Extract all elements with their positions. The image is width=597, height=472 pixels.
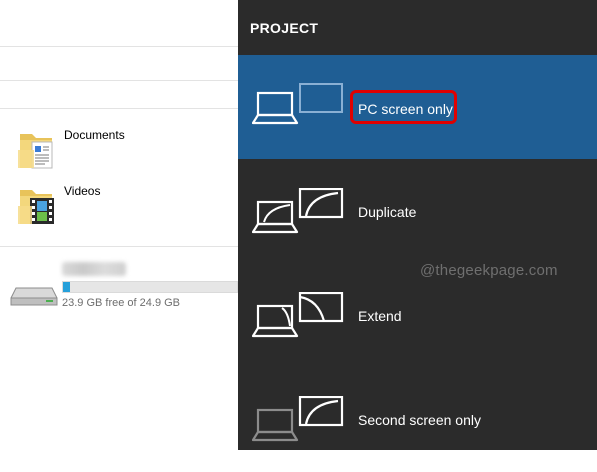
documents-folder-icon <box>18 134 53 169</box>
panel-title: PROJECT <box>250 20 319 36</box>
project-panel: PROJECT PC screen only Duplicate Extend … <box>238 0 597 450</box>
hard-drive-icon <box>10 287 58 306</box>
folder-label: Videos <box>64 184 101 198</box>
option-extend[interactable]: Extend <box>238 264 597 368</box>
highlight-annotation <box>350 90 457 124</box>
option-duplicate[interactable]: Duplicate <box>238 160 597 264</box>
option-label: Extend <box>358 308 402 324</box>
option-label: Duplicate <box>358 204 417 220</box>
videos-folder-icon <box>18 190 54 224</box>
second-screen-only-icon <box>252 396 344 442</box>
divider <box>0 108 238 109</box>
drive-usage-fill <box>63 282 70 292</box>
drive-name-blurred <box>62 262 126 276</box>
file-explorer-pane: Documents Videos 23.9 GB free of 24.9 GB <box>0 0 238 450</box>
divider <box>0 80 238 81</box>
folder-label: Documents <box>64 128 125 142</box>
divider <box>0 246 238 247</box>
folder-item-videos[interactable]: Videos <box>14 182 234 230</box>
pc-screen-only-icon <box>252 83 343 125</box>
duplicate-icon <box>252 188 344 234</box>
drive-item[interactable]: 23.9 GB free of 24.9 GB <box>10 262 238 312</box>
option-second-screen-only[interactable]: Second screen only <box>238 368 597 472</box>
folder-item-documents[interactable]: Documents <box>14 126 234 174</box>
extend-icon <box>252 292 344 338</box>
drive-usage-bar <box>62 281 238 293</box>
option-label: Second screen only <box>358 412 481 428</box>
watermark: @thegeekpage.com <box>420 262 558 279</box>
divider <box>0 46 238 47</box>
drive-free-space: 23.9 GB free of 24.9 GB <box>62 297 181 309</box>
